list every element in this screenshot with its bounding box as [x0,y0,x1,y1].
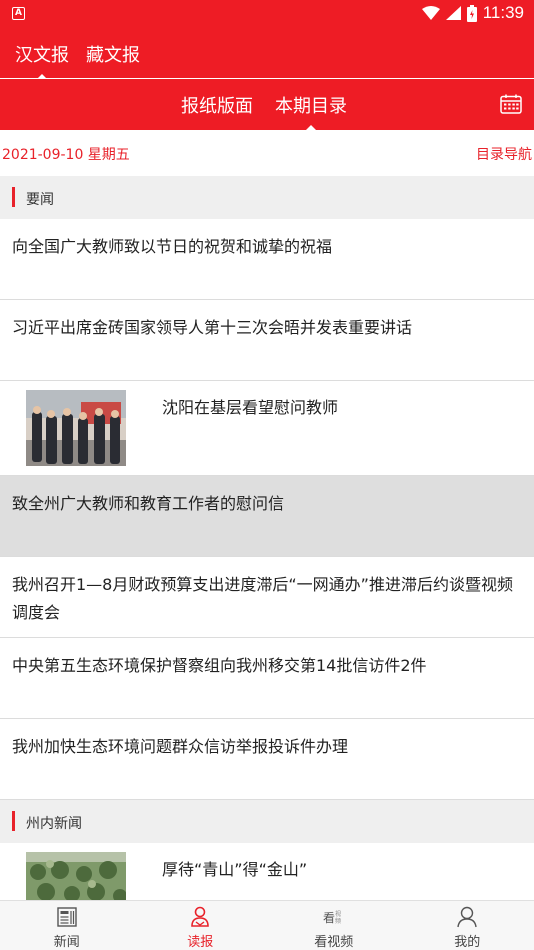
article-thumbnail [26,852,126,900]
calendar-icon[interactable] [500,94,522,114]
article-title: 我州加快生态环境问题群众信访举报投诉件办理 [12,737,349,756]
tab-newspaper-layout[interactable]: 报纸版面 [181,92,253,118]
view-tabs: 报纸版面 本期目录 [0,79,534,131]
tab-tibetan-newspaper[interactable]: 藏文报 [86,41,140,67]
reader-icon [191,906,210,927]
nav-label: 读报 [187,935,214,950]
article-item[interactable]: 沈阳在基层看望慰问教师 [0,381,534,476]
nav-label: 看视频 [314,935,354,950]
wifi-icon [421,6,440,20]
nav-label: 新闻 [53,935,80,950]
section-header: 要闻 [0,176,534,219]
nav-label: 我的 [454,935,481,950]
article-item[interactable]: 我州召开1—8月财政预算支出进度滞后“一网通办”推进滞后约谈暨视频调度会 [0,557,534,638]
profile-icon [457,906,477,928]
article-list: 要闻 向全国广大教师致以节日的祝贺和诚挚的祝福 习近平出席金砖国家领导人第十三次… [0,176,534,900]
article-title: 致全州广大教师和教育工作者的慰问信 [12,494,285,513]
nav-profile[interactable]: 我的 [401,901,534,950]
nav-news[interactable]: 新闻 [0,901,134,950]
video-icon: 看 视 频 [323,910,341,925]
section-marker [12,811,15,831]
svg-text:视: 视 [335,910,341,918]
status-bar: A 11:39 [0,0,534,28]
cell-signal-icon [445,6,461,20]
newspaper-icon [57,907,77,927]
article-item[interactable]: 习近平出席金砖国家领导人第十三次会晤并发表重要讲话 [0,300,534,381]
article-title: 向全国广大教师致以节日的祝贺和诚挚的祝福 [12,237,333,256]
tab-issue-contents[interactable]: 本期目录 [275,92,347,131]
article-title: 习近平出席金砖国家领导人第十三次会晤并发表重要讲话 [12,318,413,337]
battery-icon [466,4,477,22]
app-notification-icon: A [12,7,25,20]
article-item[interactable]: 向全国广大教师致以节日的祝贺和诚挚的祝福 [0,219,534,300]
article-item[interactable]: 厚待“青山”得“金山” [0,843,534,900]
article-title: 沈阳在基层看望慰问教师 [162,398,339,417]
svg-text:看: 看 [323,911,335,925]
toc-nav-link[interactable]: 目录导航 [476,144,532,164]
svg-text:频: 频 [335,917,341,925]
article-title: 中央第五生态环境保护督察组向我州移交第14批信访件2件 [12,656,427,675]
status-time: 11:39 [482,3,524,22]
section-header: 州内新闻 [0,800,534,843]
nav-read-paper[interactable]: 读报 [134,901,268,950]
article-title: 我州召开1—8月财政预算支出进度滞后“一网通办”推进滞后约谈暨视频调度会 [12,575,513,622]
section-title: 州内新闻 [26,816,82,832]
nav-watch-video[interactable]: 看 视 频 看视频 [267,901,401,950]
section-marker [12,187,15,207]
tab-han-newspaper[interactable]: 汉文报 [15,41,69,80]
article-item[interactable]: 致全州广大教师和教育工作者的慰问信 [0,476,534,557]
article-item[interactable]: 我州加快生态环境问题群众信访举报投诉件办理 [0,719,534,800]
issue-date: 2021-09-10 星期五 [2,147,130,163]
article-item[interactable]: 中央第五生态环境保护督察组向我州移交第14批信访件2件 [0,638,534,719]
newspaper-tabs: 汉文报 藏文报 [0,28,534,80]
bottom-nav: 新闻 读报 看 视 频 看视频 我的 [0,900,534,950]
article-thumbnail [26,390,126,466]
section-title: 要闻 [26,192,54,208]
article-title: 厚待“青山”得“金山” [162,860,308,879]
date-bar: 2021-09-10 星期五 目录导航 [0,130,534,176]
